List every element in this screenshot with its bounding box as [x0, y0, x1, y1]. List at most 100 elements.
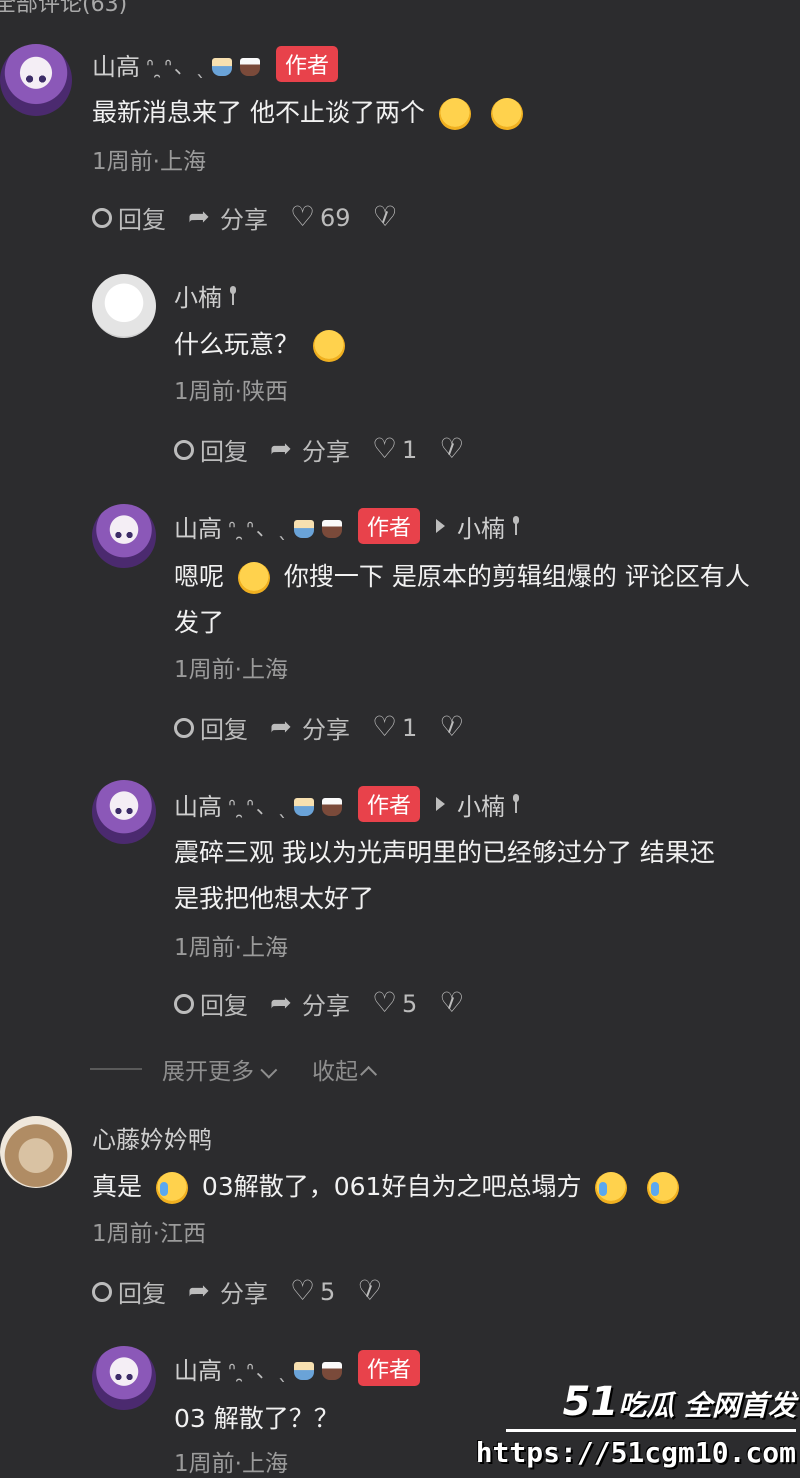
username[interactable]: 山高 — [174, 1351, 222, 1386]
like-button[interactable]: 5 — [290, 1274, 335, 1307]
like-button[interactable]: 69 — [290, 200, 351, 233]
username[interactable]: 山高 — [174, 509, 222, 544]
share-icon — [270, 434, 296, 464]
comment-meta: 1周前·上海 — [174, 935, 288, 961]
comment-header: 小楠 — [174, 278, 236, 313]
pin-icon — [512, 794, 519, 814]
comment-actions: 回复 分享 1 — [174, 710, 491, 745]
comment-header: 山高 ᐢ ̯ᐢ、ˎ 作者 小楠 — [174, 786, 519, 822]
author-badge: 作者 — [357, 1350, 420, 1386]
dislike-button[interactable] — [357, 1274, 387, 1307]
reply-button[interactable]: 回复 — [174, 710, 248, 745]
comment-actions: 回复 分享 69 — [92, 200, 425, 235]
reply-button[interactable]: 回复 — [92, 200, 166, 235]
dislike-button[interactable] — [439, 710, 469, 743]
username[interactable]: 小楠 — [174, 278, 222, 313]
share-icon — [188, 1276, 214, 1306]
name-decoration: ᐢ ̯ᐢ、ˎ — [146, 50, 264, 79]
like-button[interactable]: 1 — [372, 432, 417, 465]
coffee-icon — [321, 1362, 342, 1380]
comment-text: 最新消息来了 他不止谈了两个 — [92, 90, 529, 136]
comment-meta: 1周前·上海 — [92, 149, 206, 175]
reply-button[interactable]: 回复 — [92, 1274, 166, 1309]
cupcake-icon — [293, 1362, 314, 1380]
heart-icon — [372, 432, 397, 465]
author-badge: 作者 — [357, 508, 420, 544]
reply-icon — [174, 439, 194, 460]
share-icon — [188, 202, 214, 232]
broken-heart-icon — [373, 200, 398, 233]
share-icon — [270, 988, 296, 1018]
watermark-url: https://51cgm10.com — [475, 1436, 796, 1469]
watermark: 51吃瓜 全网首发 https://51cgm10.com — [476, 1379, 796, 1469]
dislike-button[interactable] — [439, 432, 469, 465]
reply-button[interactable]: 回复 — [174, 986, 248, 1021]
collapse-button[interactable]: 收起 — [312, 1052, 378, 1086]
replies-toggle-row: 展开更多 收起 — [90, 1052, 378, 1086]
username[interactable]: 山高 — [92, 47, 140, 82]
cupcake-icon — [293, 520, 314, 538]
share-button[interactable]: 分享 — [188, 200, 268, 235]
like-button[interactable]: 1 — [372, 710, 417, 743]
pin-icon — [512, 516, 519, 536]
comment-header: 山高 ᐢ ̯ᐢ、ˎ 作者 — [92, 46, 338, 82]
dislike-button[interactable] — [439, 986, 469, 1019]
share-button[interactable]: 分享 — [270, 432, 350, 467]
avatar[interactable] — [0, 1116, 72, 1188]
crying-laugh-emoji-icon — [155, 1172, 188, 1204]
avatar[interactable] — [92, 780, 156, 844]
cupcake-icon — [293, 798, 314, 816]
cupcake-icon — [211, 58, 232, 76]
heart-icon — [372, 710, 397, 743]
expand-more-button[interactable]: 展开更多 — [162, 1052, 278, 1086]
watermark-line — [506, 1429, 796, 1432]
comment-text: 03 解散了？？ — [174, 1404, 339, 1433]
reply-target[interactable]: 小楠 — [457, 787, 505, 822]
name-decoration: ᐢ ̯ᐢ、ˎ — [228, 790, 346, 819]
comment-text-continued: 是我把他想太好了 — [174, 884, 375, 913]
dislike-button[interactable] — [373, 200, 403, 233]
pleading-face-emoji-icon — [312, 330, 345, 362]
username[interactable]: 山高 — [174, 787, 222, 822]
comment-meta: 1周前·江西 — [92, 1221, 206, 1247]
comment-actions: 回复 分享 5 — [174, 986, 491, 1021]
reply-target[interactable]: 小楠 — [457, 509, 505, 544]
dizzy-face-emoji-icon — [237, 562, 270, 594]
watermark-logo: 51吃瓜 全网首发 — [562, 1379, 796, 1425]
heart-icon — [372, 986, 397, 1019]
coffee-icon — [321, 798, 342, 816]
broken-heart-icon — [439, 986, 464, 1019]
comment-meta: 1周前·陕西 — [174, 379, 288, 405]
author-badge: 作者 — [357, 786, 420, 822]
like-button[interactable]: 5 — [372, 986, 417, 1019]
share-button[interactable]: 分享 — [270, 986, 350, 1021]
avatar[interactable] — [92, 504, 156, 568]
comment-actions: 回复 分享 5 — [92, 1274, 409, 1309]
heart-icon — [290, 200, 315, 233]
avatar[interactable] — [92, 1346, 156, 1410]
avatar[interactable] — [92, 274, 156, 338]
comment-text: 嗯呢 你搜一下 是原本的剪辑组爆的 评论区有人 — [174, 554, 750, 600]
smile-face-emoji-icon — [490, 98, 523, 130]
comment-text: 什么玩意？ — [174, 322, 351, 368]
comment-header: 山高 ᐢ ̯ᐢ、ˎ 作者 — [174, 1350, 420, 1386]
heart-icon — [290, 1274, 315, 1307]
reply-arrow-icon — [435, 519, 445, 533]
coffee-icon — [239, 58, 260, 76]
name-decoration: ᐢ ̯ᐢ、ˎ — [228, 512, 346, 541]
divider — [90, 1068, 142, 1070]
username[interactable]: 心藤妗妗鸭 — [92, 1120, 212, 1155]
comment-text: 震碎三观 我以为光声明里的已经够过分了 结果还 — [174, 838, 715, 867]
comments-header: 全部评论(63) — [0, 0, 128, 17]
crying-laugh-emoji-icon — [595, 1172, 628, 1204]
avatar[interactable] — [0, 44, 72, 116]
name-decoration: ᐢ ̯ᐢ、ˎ — [228, 1354, 346, 1383]
reply-icon — [174, 717, 194, 738]
share-button[interactable]: 分享 — [270, 710, 350, 745]
share-icon — [270, 712, 296, 742]
reply-button[interactable]: 回复 — [174, 432, 248, 467]
chevron-down-icon — [260, 1061, 278, 1079]
share-button[interactable]: 分享 — [188, 1274, 268, 1309]
crying-laugh-emoji-icon — [647, 1172, 680, 1204]
broken-heart-icon — [357, 1274, 382, 1307]
